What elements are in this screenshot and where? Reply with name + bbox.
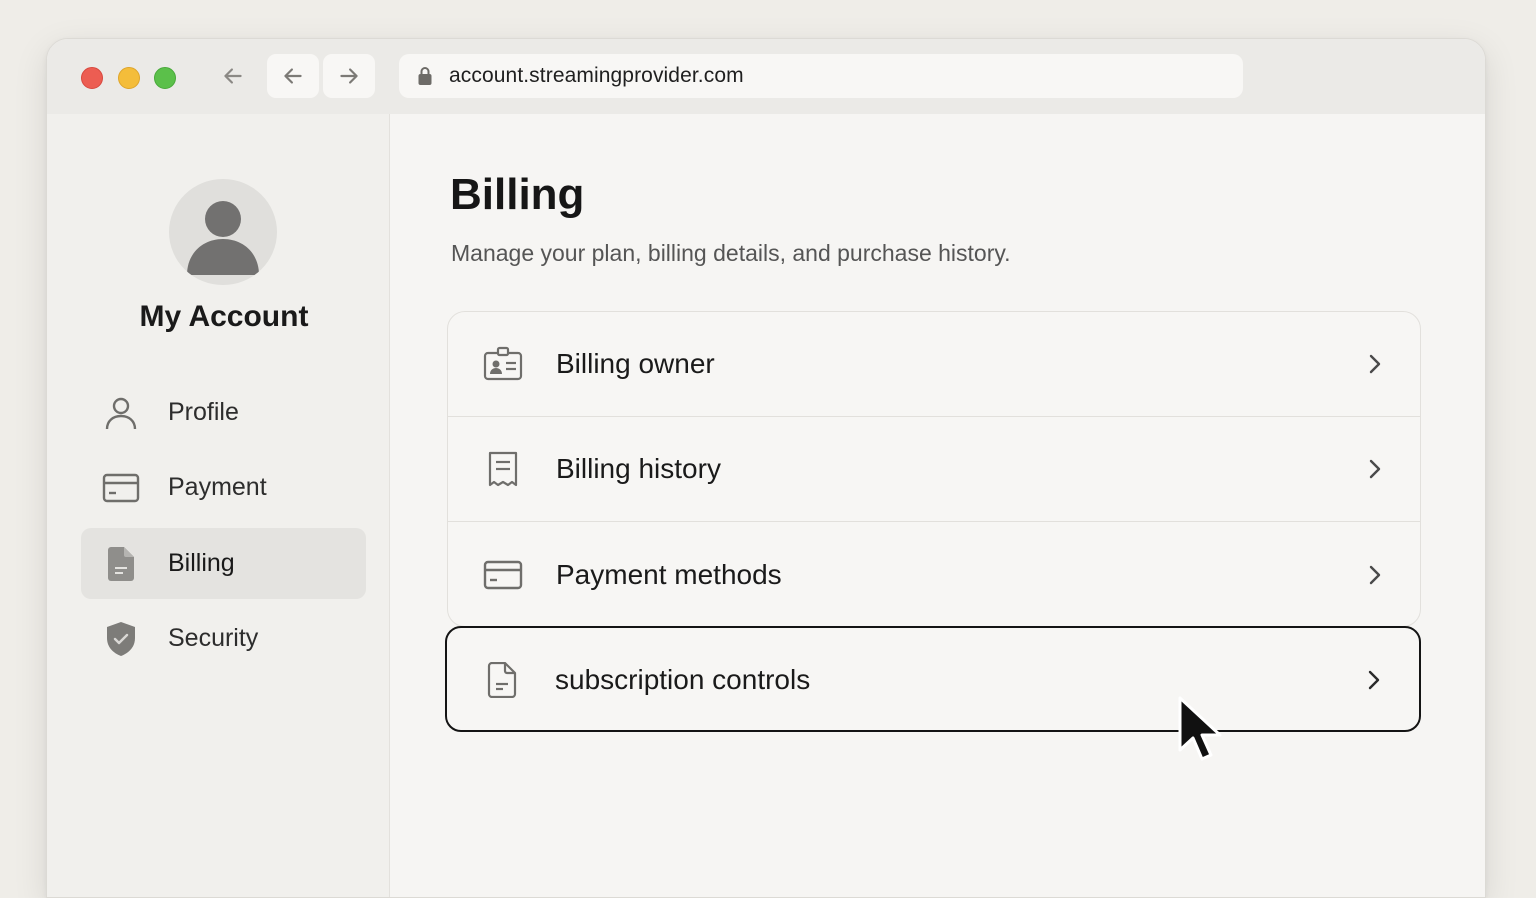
row-label: subscription controls [555, 664, 811, 695]
arrow-left-icon [284, 68, 302, 84]
address-url: account.streamingprovider.com [449, 64, 744, 87]
id-card-icon [482, 343, 524, 385]
browser-window: account.streamingprovider.com My Account… [46, 38, 1486, 898]
person-icon [101, 393, 141, 433]
chevron-right-icon [1369, 354, 1381, 374]
close-window-button[interactable] [81, 67, 103, 89]
sidebar: My Account Profile Payment Billing Secur… [47, 114, 390, 897]
user-silhouette-icon [187, 201, 259, 275]
receipt-icon [482, 448, 524, 490]
lock-icon [417, 65, 435, 87]
chevron-right-icon [1368, 670, 1380, 690]
page-title: Billing [450, 170, 585, 219]
sidebar-item-payment[interactable]: Payment [81, 452, 366, 523]
address-bar[interactable]: account.streamingprovider.com [399, 54, 1243, 98]
avatar [169, 179, 277, 285]
sidebar-item-label: Security [168, 624, 259, 652]
document-icon [481, 659, 523, 701]
sidebar-item-profile[interactable]: Profile [81, 377, 366, 448]
sidebar-item-security[interactable]: Security [81, 603, 366, 674]
sidebar-item-billing[interactable]: Billing [81, 528, 366, 599]
subscription-controls-row[interactable]: subscription controls [445, 626, 1421, 732]
arrow-left-icon [224, 68, 242, 84]
sidebar-item-label: Payment [168, 473, 267, 501]
chevron-right-icon [1369, 565, 1381, 584]
billing-history-row[interactable]: Billing history [448, 417, 1420, 522]
shield-icon [101, 619, 141, 659]
sidebar-item-label: Billing [168, 549, 235, 577]
mouse-pointer-icon [1178, 696, 1222, 761]
credit-card-icon [101, 468, 141, 508]
back-button[interactable] [213, 54, 253, 98]
page-subtitle: Manage your plan, billing details, and p… [451, 240, 1011, 266]
maximize-window-button[interactable] [154, 67, 176, 89]
browser-titlebar: account.streamingprovider.com [47, 39, 1485, 114]
billing-owner-row[interactable]: Billing owner [448, 312, 1420, 417]
forward-button[interactable] [323, 54, 375, 98]
row-label: Billing history [556, 453, 721, 484]
arrow-right-icon [340, 68, 358, 84]
document-icon [101, 544, 141, 584]
main-content: Billing Manage your plan, billing detail… [390, 114, 1485, 897]
sidebar-item-label: Profile [168, 398, 239, 426]
row-label: Billing owner [556, 348, 715, 379]
chevron-right-icon [1369, 459, 1381, 479]
minimize-window-button[interactable] [118, 67, 140, 89]
billing-options-card: Billing owner Billing history Payment me… [447, 311, 1421, 627]
account-title: My Account [139, 300, 309, 333]
credit-card-icon [482, 554, 524, 596]
row-label: Payment methods [556, 558, 782, 590]
payment-methods-row[interactable]: Payment methods [448, 522, 1420, 627]
history-back-button[interactable] [267, 54, 319, 98]
